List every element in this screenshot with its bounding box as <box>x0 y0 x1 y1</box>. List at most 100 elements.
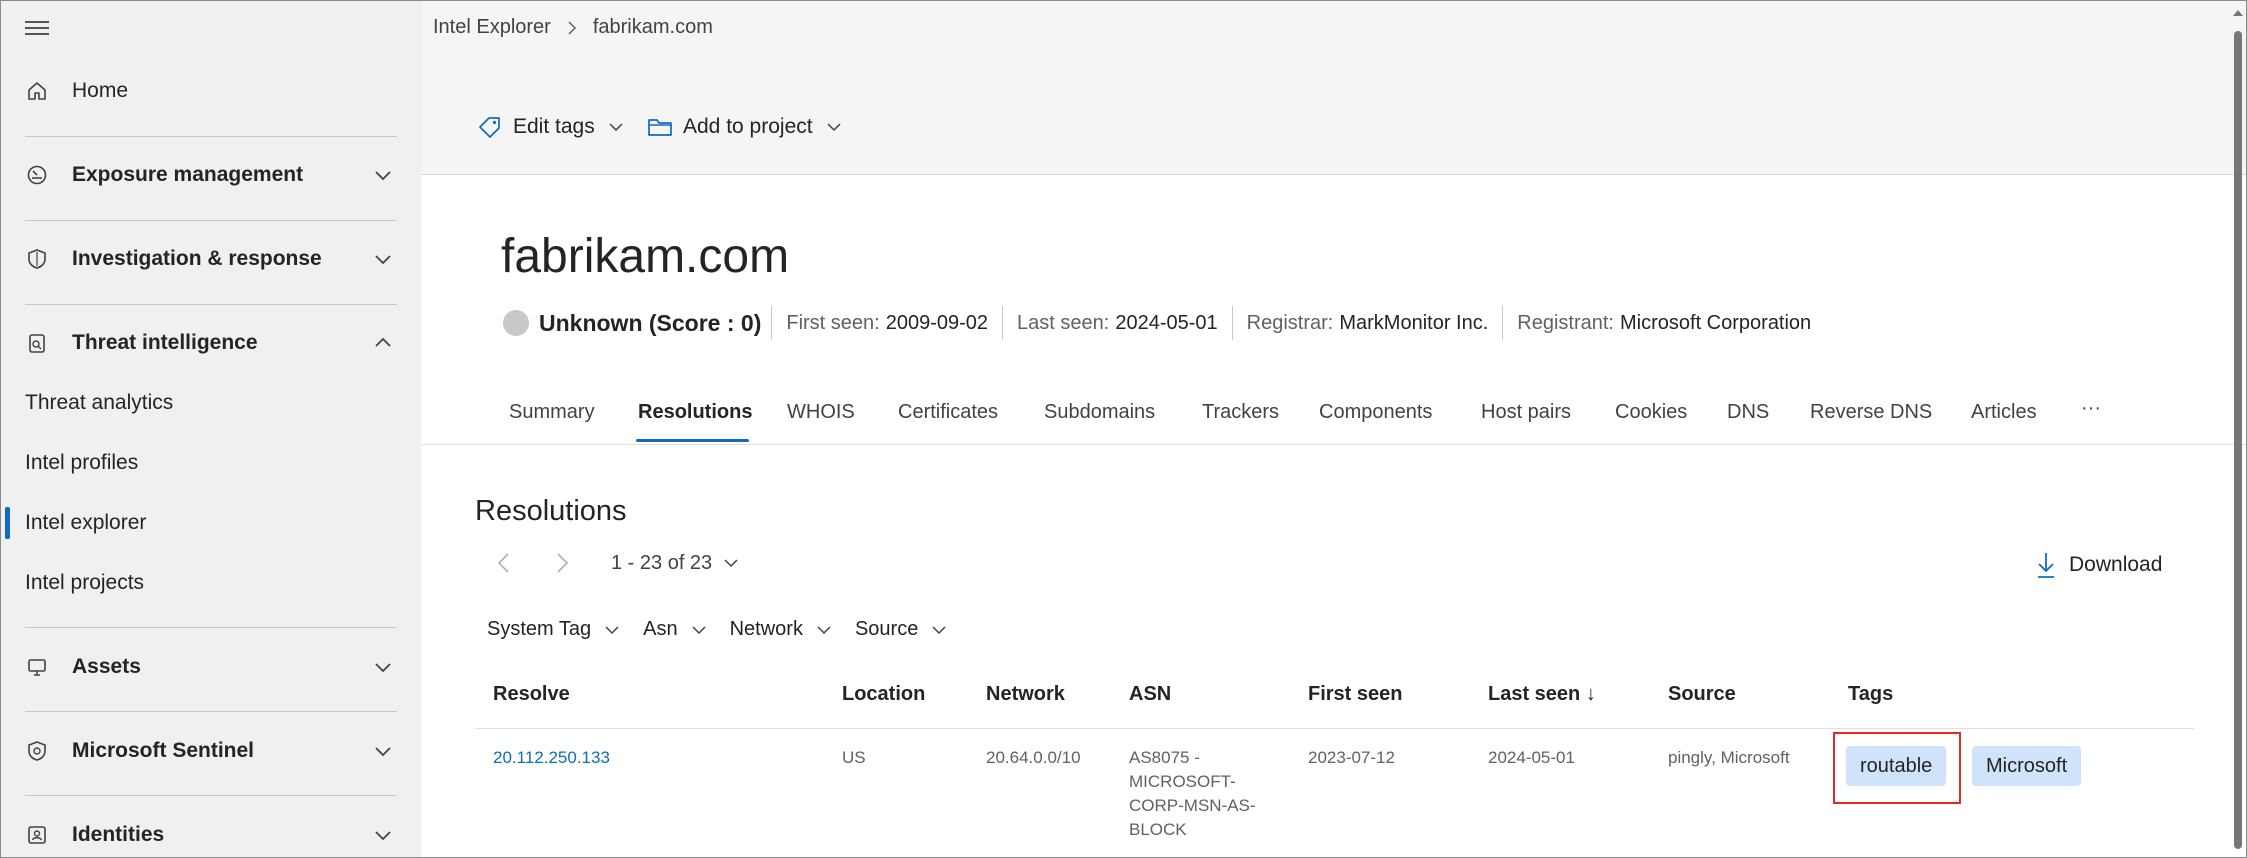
asn-line: CORP-MSN-AS- <box>1129 796 1256 815</box>
nav-identities-label: Identities <box>72 823 165 846</box>
nav-threat-intelligence[interactable]: Threat intelligence <box>1 313 421 373</box>
filter-label: System Tag <box>487 618 592 640</box>
nav-microsoft-sentinel[interactable]: Microsoft Sentinel <box>1 721 421 781</box>
tab-reverse-dns[interactable]: Reverse DNS <box>1810 401 1932 424</box>
gauge-icon <box>25 163 49 187</box>
tab-whois[interactable]: WHOIS <box>787 401 855 424</box>
asn-line: AS8075 - <box>1129 748 1200 767</box>
nav-identities[interactable]: Identities <box>1 805 421 857</box>
column-header-resolve[interactable]: Resolve <box>493 683 570 706</box>
assets-icon <box>25 655 49 679</box>
sidebar-item-label: Threat analytics <box>25 391 174 414</box>
reputation-score: Unknown (Score : 0) <box>539 309 762 336</box>
sidebar-divider <box>25 795 397 796</box>
chevron-down-icon[interactable] <box>371 163 395 187</box>
last-seen-value: 2024-05-01 <box>1115 311 1218 334</box>
tag-microsoft[interactable]: Microsoft <box>1972 746 2082 786</box>
asn-line: MICROSOFT- <box>1129 772 1236 791</box>
chevron-down-icon[interactable] <box>371 739 395 763</box>
chevron-down-icon <box>605 625 619 634</box>
nav-home[interactable]: Home <box>1 61 421 121</box>
vertical-scrollbar[interactable] <box>2234 31 2242 849</box>
tab-components[interactable]: Components <box>1319 401 1432 424</box>
tag-icon <box>479 117 500 138</box>
column-header-tags[interactable]: Tags <box>1848 683 1893 706</box>
pagination: 1 - 23 of 23 <box>495 551 740 575</box>
column-header-network[interactable]: Network <box>986 683 1065 706</box>
previous-page-icon[interactable] <box>495 551 513 575</box>
resolve-ip-link[interactable]: 20.112.250.133 <box>493 746 610 770</box>
next-page-icon[interactable] <box>553 551 571 575</box>
tab-dns[interactable]: DNS <box>1727 401 1769 424</box>
sidebar-divider <box>25 136 397 137</box>
download-label: Download <box>2069 553 2163 576</box>
chevron-down-icon[interactable] <box>371 247 395 271</box>
tab-articles[interactable]: Articles <box>1971 401 2037 424</box>
tab-resolutions[interactable]: Resolutions <box>638 401 752 424</box>
sidebar-item-intel-projects[interactable]: Intel projects <box>1 555 421 611</box>
sidebar-item-threat-analytics[interactable]: Threat analytics <box>1 375 421 431</box>
registrar-label: Registrar: <box>1246 311 1334 334</box>
add-to-project-label: Add to project <box>683 115 813 138</box>
registrant-meta: Registrant: Microsoft Corporation <box>1502 306 1825 340</box>
tab-certificates[interactable]: Certificates <box>898 401 998 424</box>
table-header-divider <box>475 728 2194 729</box>
registrar-value: MarkMonitor Inc. <box>1339 311 1489 334</box>
column-header-asn[interactable]: ASN <box>1129 683 1171 706</box>
filter-network[interactable]: Network <box>730 618 833 641</box>
nav-sentinel-label: Microsoft Sentinel <box>72 739 255 762</box>
first-seen-value: 2009-09-02 <box>885 311 989 334</box>
sidebar-item-intel-explorer[interactable]: Intel explorer <box>1 495 421 551</box>
sidebar-divider <box>25 711 397 712</box>
chevron-right-icon <box>568 20 576 35</box>
column-header-last-seen[interactable]: Last seen ↓ <box>1488 683 1596 706</box>
filter-asn[interactable]: Asn <box>643 618 707 641</box>
chevron-up-icon[interactable] <box>371 331 395 355</box>
highlight-box <box>1833 732 1961 804</box>
tab-summary[interactable]: Summary <box>509 401 595 424</box>
nav-assets[interactable]: Assets <box>1 637 421 697</box>
nav-exposure-label: Exposure management <box>72 163 304 186</box>
chevron-down-icon[interactable] <box>371 655 395 679</box>
filter-source[interactable]: Source <box>855 618 948 641</box>
tab-host-pairs[interactable]: Host pairs <box>1481 401 1571 424</box>
chevron-down-icon <box>692 625 706 634</box>
sentinel-shield-icon <box>25 739 49 763</box>
network-cell: 20.64.0.0/10 <box>986 748 1081 767</box>
nav-investigation-label: Investigation & response <box>72 247 322 270</box>
sidebar-item-intel-profiles[interactable]: Intel profiles <box>1 435 421 491</box>
add-to-project-button[interactable]: Add to project <box>647 115 843 139</box>
first-seen-cell: 2023-07-12 <box>1308 748 1395 767</box>
filter-system-tag[interactable]: System Tag <box>487 618 621 641</box>
hamburger-menu-icon[interactable] <box>25 21 49 39</box>
filter-label: Asn <box>643 618 678 640</box>
breadcrumb-root[interactable]: Intel Explorer <box>433 16 551 39</box>
last-seen-label: Last seen: <box>1017 311 1110 334</box>
column-header-location[interactable]: Location <box>842 683 925 706</box>
sidebar-divider <box>25 220 397 221</box>
threat-intel-icon <box>25 331 49 355</box>
nav-exposure-management[interactable]: Exposure management <box>1 145 421 205</box>
first-seen-meta: First seen: 2009-09-02 <box>771 306 1002 340</box>
source-cell: pingly, Microsoft <box>1668 748 1790 767</box>
column-header-first-seen[interactable]: First seen <box>1308 683 1402 706</box>
tab-trackers[interactable]: Trackers <box>1202 401 1279 424</box>
shield-icon <box>25 247 49 271</box>
scroll-up-arrow-icon[interactable] <box>2232 7 2244 19</box>
sidebar-item-label: Intel projects <box>25 571 145 594</box>
tab-cookies[interactable]: Cookies <box>1615 401 1687 424</box>
nav-assets-label: Assets <box>72 655 141 678</box>
tab-subdomains[interactable]: Subdomains <box>1044 401 1155 424</box>
chevron-down-icon[interactable] <box>371 823 395 847</box>
page-range-dropdown[interactable]: 1 - 23 of 23 <box>611 552 740 575</box>
chevron-down-icon <box>609 123 623 132</box>
more-tabs-button[interactable]: ··· <box>2081 397 2101 420</box>
nav-investigation-response[interactable]: Investigation & response <box>1 229 421 289</box>
edit-tags-button[interactable]: Edit tags <box>477 115 625 139</box>
chevron-down-icon <box>827 123 841 132</box>
asn-line: BLOCK <box>1129 820 1187 839</box>
download-button[interactable]: Download <box>2035 551 2162 579</box>
home-icon <box>25 79 49 103</box>
nav-home-label: Home <box>72 79 129 102</box>
column-header-source[interactable]: Source <box>1668 683 1736 706</box>
